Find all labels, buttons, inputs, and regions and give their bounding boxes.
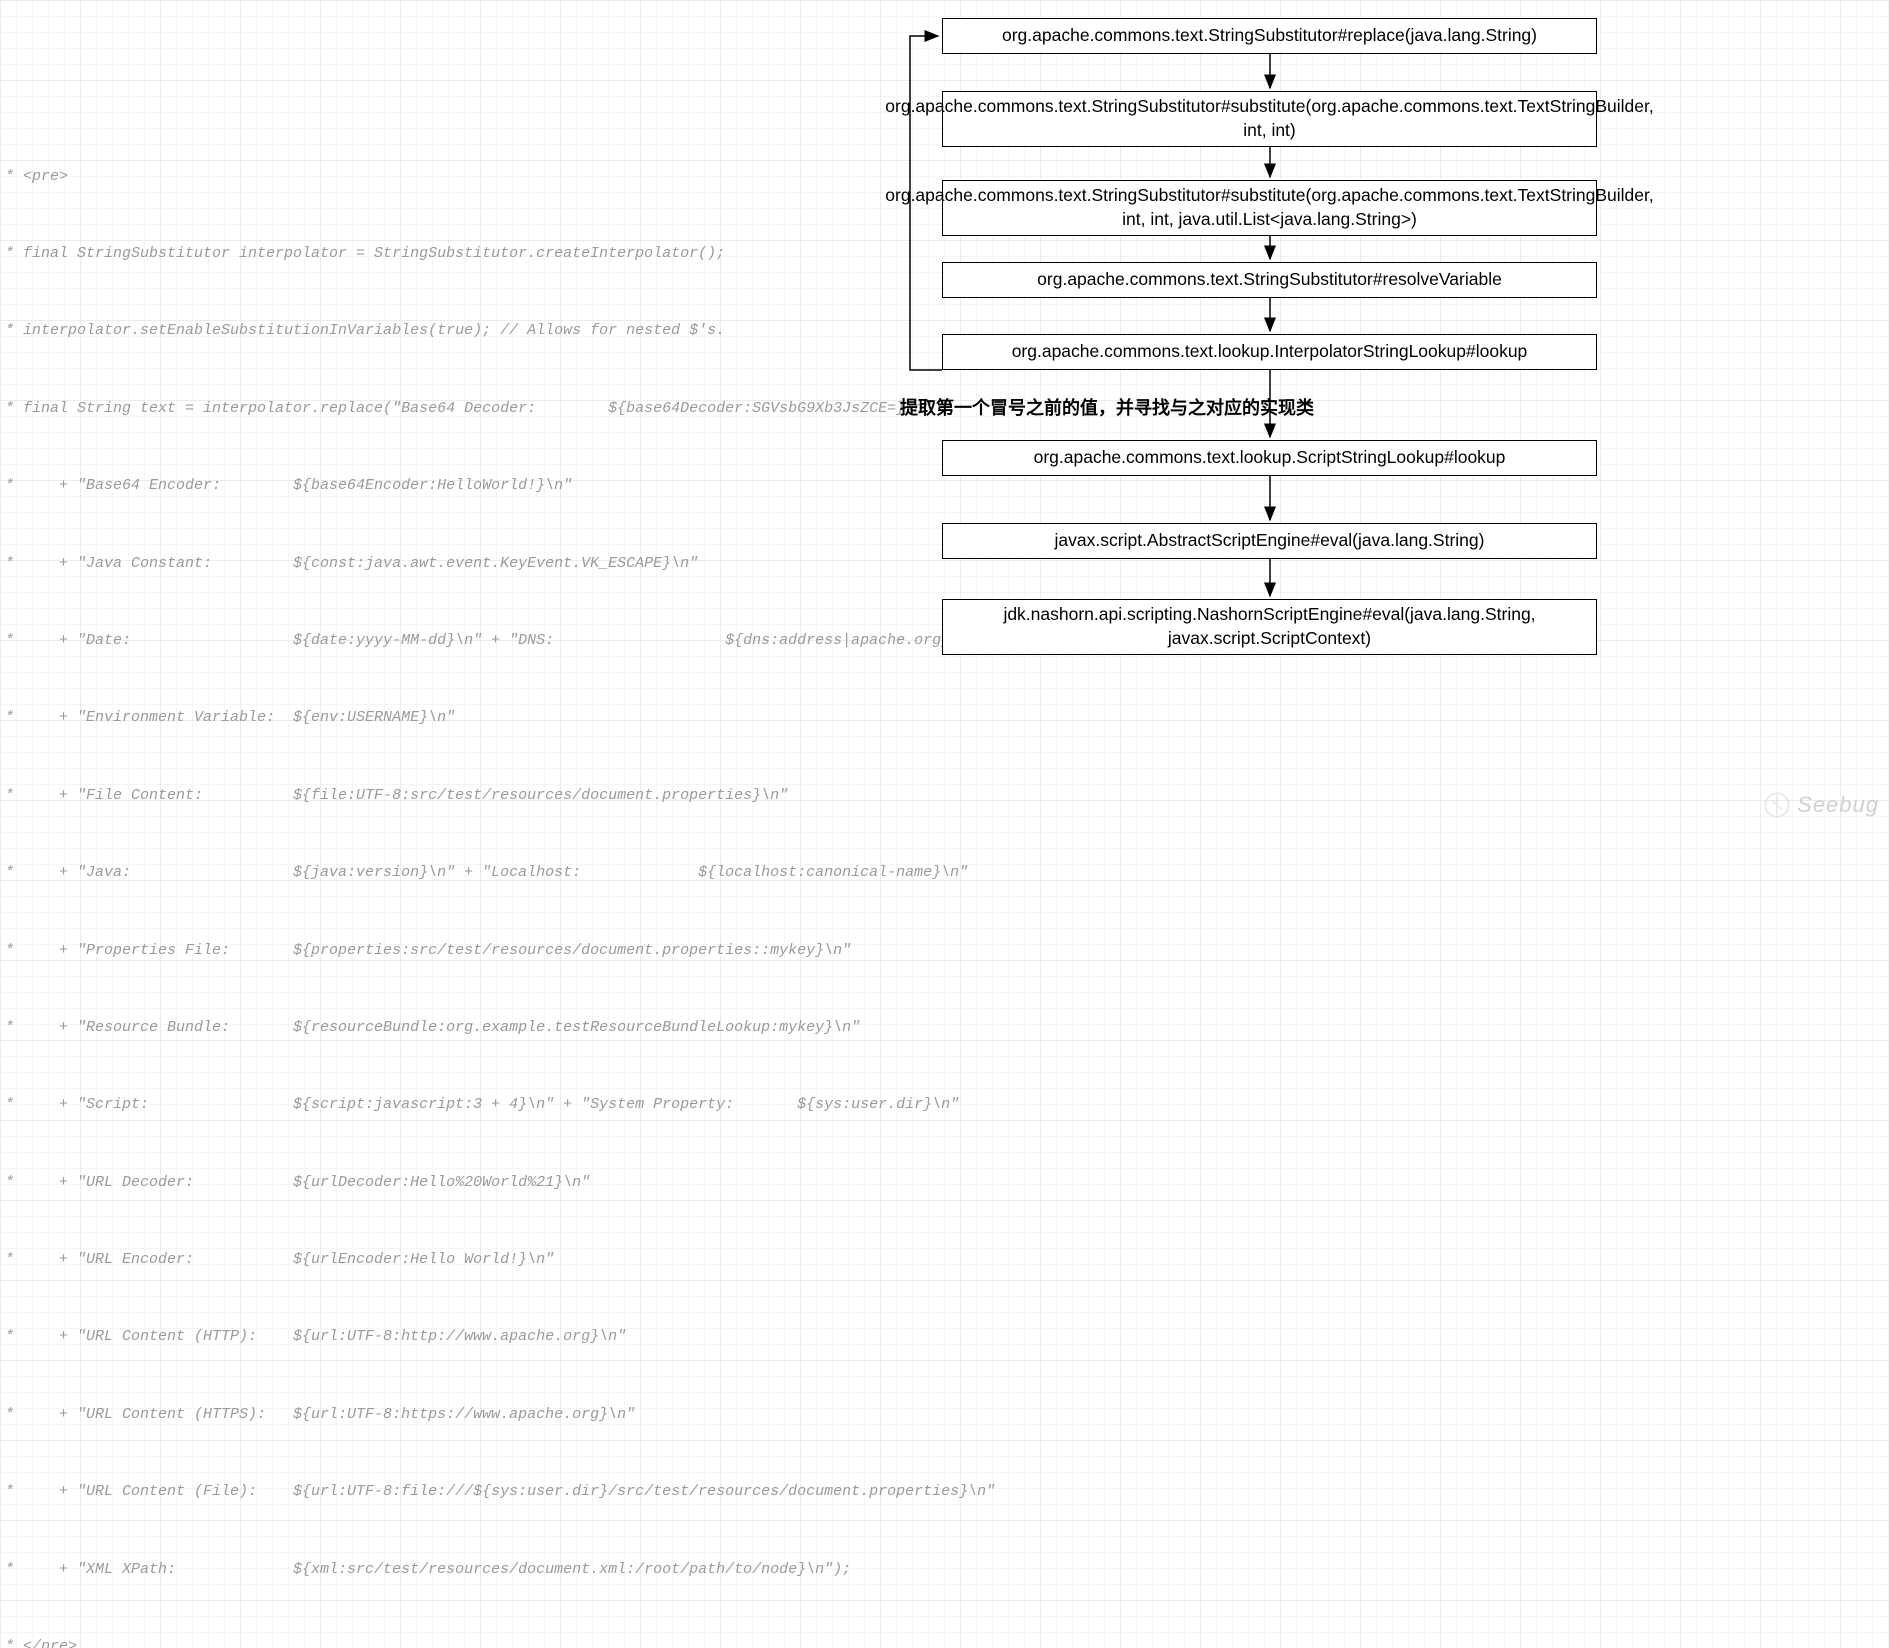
code-line: * interpolator.setEnableSubstitutionInVa… (5, 318, 995, 344)
flow-box-text: org.apache.commons.text.StringSubstituto… (885, 184, 1653, 231)
code-line: * + "URL Content (HTTP): ${url:UTF-8:htt… (5, 1324, 995, 1350)
code-line: * final StringSubstitutor interpolator =… (5, 241, 995, 267)
annotation-text: 提取第一个冒号之前的值，并寻找与之对应的实现类 (900, 394, 1314, 420)
code-line: * + "Properties File: ${properties:src/t… (5, 938, 995, 964)
flow-box-4: org.apache.commons.text.StringSubstituto… (942, 262, 1597, 298)
code-line: * + "Base64 Encoder: ${base64Encoder:Hel… (5, 473, 995, 499)
watermark-text: Seebug (1797, 792, 1879, 818)
code-line: * + "File Content: ${file:UTF-8:src/test… (5, 783, 995, 809)
flow-box-text: org.apache.commons.text.StringSubstituto… (885, 95, 1653, 142)
flow-box-text: org.apache.commons.text.StringSubstituto… (1037, 268, 1502, 292)
code-line: * + "Script: ${script:javascript:3 + 4}\… (5, 1092, 995, 1118)
flow-box-6: org.apache.commons.text.lookup.ScriptStr… (942, 440, 1597, 476)
flow-box-5: org.apache.commons.text.lookup.Interpola… (942, 334, 1597, 370)
code-line: * + "Resource Bundle: ${resourceBundle:o… (5, 1015, 995, 1041)
flow-box-7: javax.script.AbstractScriptEngine#eval(j… (942, 523, 1597, 559)
flow-box-8: jdk.nashorn.api.scripting.NashornScriptE… (942, 599, 1597, 655)
watermark: Seebug (1763, 791, 1879, 819)
flow-box-text: org.apache.commons.text.lookup.Interpola… (1012, 340, 1528, 364)
code-line: * + "Environment Variable: ${env:USERNAM… (5, 705, 995, 731)
code-line: * + "XML XPath: ${xml:src/test/resources… (5, 1557, 995, 1583)
flow-box-text: org.apache.commons.text.StringSubstituto… (1002, 24, 1537, 48)
flow-box-3: org.apache.commons.text.StringSubstituto… (942, 180, 1597, 236)
flow-box-1: org.apache.commons.text.StringSubstituto… (942, 18, 1597, 54)
flow-box-2: org.apache.commons.text.StringSubstituto… (942, 91, 1597, 147)
code-line: * + "URL Encoder: ${urlEncoder:Hello Wor… (5, 1247, 995, 1273)
code-line: * + "Java: ${java:version}\n" + "Localho… (5, 860, 995, 886)
code-line: * + "Date: ${date:yyyy-MM-dd}\n" + "DNS:… (5, 628, 995, 654)
code-line: * <pre> (5, 164, 995, 190)
code-line: * + "URL Content (HTTPS): ${url:UTF-8:ht… (5, 1402, 995, 1428)
code-line: * + "URL Decoder: ${urlDecoder:Hello%20W… (5, 1170, 995, 1196)
code-line: * </pre> (5, 1634, 995, 1648)
code-line: * final String text = interpolator.repla… (5, 396, 995, 422)
code-line: * + "URL Content (File): ${url:UTF-8:fil… (5, 1479, 995, 1505)
watermark-icon (1763, 791, 1791, 819)
flow-box-text: javax.script.AbstractScriptEngine#eval(j… (1055, 529, 1485, 553)
code-line: * + "Java Constant: ${const:java.awt.eve… (5, 551, 995, 577)
flow-box-text: org.apache.commons.text.lookup.ScriptStr… (1034, 446, 1506, 470)
flow-box-text: jdk.nashorn.api.scripting.NashornScriptE… (951, 603, 1588, 650)
code-block: * <pre> * final StringSubstitutor interp… (5, 112, 995, 1648)
